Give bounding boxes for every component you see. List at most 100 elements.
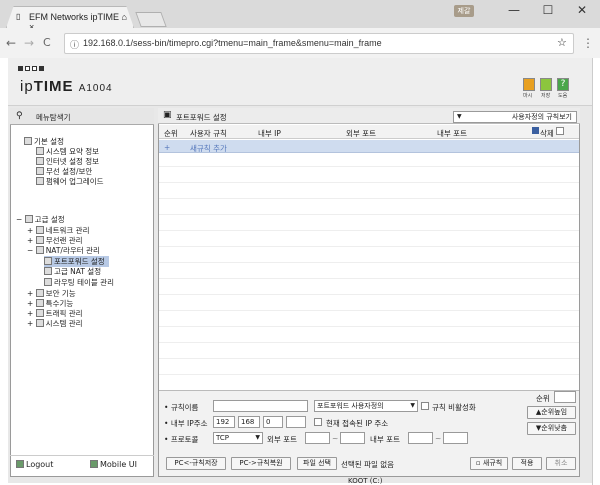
- reload-icon[interactable]: C: [43, 36, 51, 49]
- menu-explorer-title: 메뉴탐색기: [36, 113, 71, 122]
- logout-label: Logout: [26, 460, 54, 469]
- maximize-button[interactable]: ☐: [531, 0, 565, 20]
- rule-name-label: • 규칙이름: [164, 403, 199, 412]
- rank-down-button[interactable]: ▼순위낮춤: [527, 422, 576, 435]
- tree-label: 네트워크 관리: [45, 226, 90, 235]
- page-icon: [44, 267, 52, 275]
- file-select-button[interactable]: 파일 선택: [297, 457, 337, 470]
- mobile-ui-button[interactable]: Mobile UI: [90, 460, 137, 469]
- pc-restore-button[interactable]: PC->규칙복원: [231, 457, 291, 470]
- tree-label: 펌웨어 업그레이드: [46, 177, 104, 186]
- tree-item[interactable]: 펌웨어 업그레이드: [36, 176, 104, 187]
- browser-tab[interactable]: ▯ EFM Networks ipTIME ⌂ ×: [6, 6, 134, 28]
- header-btn-label: 마시: [523, 93, 533, 99]
- folder-icon: [35, 299, 44, 307]
- table-row: [159, 202, 579, 215]
- tilde: ~: [435, 434, 442, 443]
- tree-adv-group[interactable]: − 고급 설정: [16, 214, 65, 225]
- info-icon[interactable]: ⓘ: [70, 38, 79, 51]
- ext-port-end[interactable]: [340, 432, 365, 444]
- new-rule-button[interactable]: ▫ 새규칙: [470, 457, 508, 470]
- table-row: [159, 250, 579, 263]
- rule-type-select[interactable]: 포트포워드 사용자정의 ▼: [314, 400, 418, 412]
- address-bar[interactable]: ⓘ 192.168.0.1/sess-bin/timepro.cgi?tmenu…: [64, 33, 574, 54]
- logo-dot: [32, 66, 37, 71]
- close-button[interactable]: ✕: [565, 0, 599, 20]
- col-internal-ip: 내부 IP: [258, 129, 281, 138]
- tree-label: 무선 설정/보안: [46, 167, 93, 176]
- pc-save-button[interactable]: PC<-규칙저장: [166, 457, 226, 470]
- tree-label: 라우팅 테이블 관리: [54, 278, 114, 287]
- protocol-select[interactable]: TCP ▼: [213, 432, 263, 444]
- menu-icon[interactable]: ⋮: [582, 36, 594, 50]
- table-row: [159, 266, 579, 279]
- lock-icon: [35, 289, 44, 297]
- table-row: [159, 186, 579, 199]
- rule-name-input[interactable]: [213, 400, 308, 412]
- rule-name-text: 규칙이름: [170, 403, 199, 412]
- apply-button[interactable]: 적용: [512, 457, 542, 470]
- view-select-value: 사용자정의 규칙보기: [511, 113, 572, 121]
- dropdown-icon: ▼: [457, 113, 462, 120]
- int-port-end[interactable]: [443, 432, 468, 444]
- logout-button[interactable]: Logout: [16, 460, 53, 469]
- ip-octet-3[interactable]: 0: [263, 416, 283, 428]
- page-icon: [36, 147, 44, 155]
- forward-icon[interactable]: →: [24, 36, 34, 50]
- rank-label: 순위: [536, 394, 550, 403]
- table-row: [159, 218, 579, 231]
- delete-icon: [532, 127, 539, 134]
- table-row: [159, 314, 579, 327]
- back-icon[interactable]: ←: [6, 36, 16, 50]
- ip-octet-4[interactable]: [286, 416, 306, 428]
- ip-octet-2[interactable]: 168: [238, 416, 260, 428]
- page-icon: ▯: [16, 12, 21, 21]
- tree-item[interactable]: + 시스템 관리: [27, 318, 83, 329]
- table-row: [159, 282, 579, 295]
- logout-icon[interactable]: [523, 78, 535, 91]
- select-all-checkbox[interactable]: [556, 127, 564, 135]
- page-icon: [44, 257, 52, 265]
- dropdown-icon: ▼: [255, 434, 260, 441]
- internal-ip-text: 내부 IP주소: [170, 419, 208, 428]
- int-port-label: 내부 포트: [370, 435, 400, 444]
- tree-label: 기본 설정: [34, 137, 64, 146]
- disable-checkbox[interactable]: [421, 402, 429, 410]
- tree-item[interactable]: − NAT/라우터 관리: [27, 245, 100, 256]
- panel-icon: ▣: [163, 110, 172, 120]
- protocol-value: TCP: [216, 434, 229, 442]
- ip-octet-1[interactable]: 192: [213, 416, 235, 428]
- ext-port-start[interactable]: [305, 432, 330, 444]
- tree-item[interactable]: 고급 NAT 설정: [44, 266, 101, 277]
- new-rule-label: 새규칙 추가: [190, 144, 227, 153]
- table-row: [159, 298, 579, 311]
- star-icon[interactable]: ☆: [557, 36, 567, 49]
- logo-dot: [18, 66, 23, 71]
- collapse-icon[interactable]: −: [27, 246, 33, 255]
- url-text: 192.168.0.1/sess-bin/timepro.cgi?tmenu=m…: [83, 38, 382, 48]
- new-tab-button[interactable]: [135, 12, 167, 27]
- col-delete: 삭제: [540, 129, 554, 138]
- folder-icon: [24, 215, 33, 223]
- save-icon[interactable]: [540, 78, 552, 91]
- rank-up-button[interactable]: ▲순위높임: [527, 406, 576, 419]
- expand-icon[interactable]: +: [27, 226, 33, 235]
- table-row: [159, 170, 579, 183]
- help-icon[interactable]: ?: [557, 78, 569, 91]
- folder-icon: [24, 137, 32, 145]
- page-icon: [36, 177, 44, 185]
- minimize-button[interactable]: —: [497, 0, 531, 20]
- tree-label: 포트포워드 설정: [54, 257, 105, 266]
- user-badge[interactable]: 제갈: [454, 5, 474, 17]
- rank-input[interactable]: [554, 391, 576, 403]
- protocol-label: • 프로토콜: [164, 435, 199, 444]
- cancel-button[interactable]: 취소: [546, 457, 576, 470]
- tree-item[interactable]: 라우팅 테이블 관리: [44, 277, 114, 288]
- current-ip-checkbox[interactable]: [314, 418, 322, 426]
- int-port-start[interactable]: [408, 432, 433, 444]
- tree-label: 보안 기능: [45, 289, 76, 298]
- table-row: [159, 330, 579, 343]
- view-select[interactable]: ▼ 사용자정의 규칙보기: [453, 111, 577, 123]
- page-icon: [44, 278, 52, 286]
- expand-icon[interactable]: +: [27, 236, 33, 245]
